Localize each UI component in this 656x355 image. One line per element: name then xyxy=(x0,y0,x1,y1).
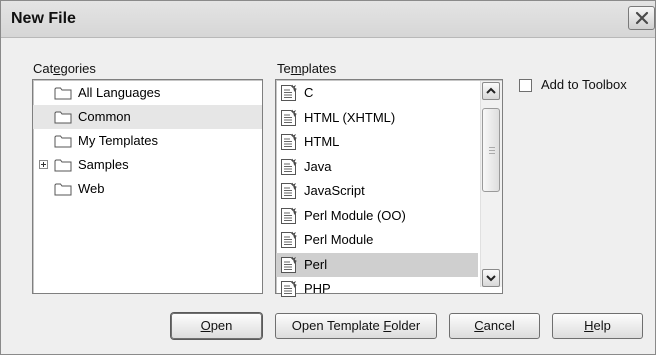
document-template-icon xyxy=(281,84,297,101)
document-template-icon xyxy=(281,109,297,126)
template-item-php[interactable]: PHP xyxy=(276,277,478,301)
category-item-my-templates[interactable]: My Templates xyxy=(33,129,262,153)
category-label: All Languages xyxy=(78,85,161,100)
folder-icon xyxy=(54,135,72,148)
template-label: C xyxy=(304,85,314,100)
document-template-icon xyxy=(281,256,297,273)
folder-icon xyxy=(54,87,72,100)
templates-label: Templates xyxy=(277,61,337,76)
scroll-down-button[interactable] xyxy=(482,269,500,287)
folder-icon xyxy=(54,183,72,196)
add-to-toolbox-checkbox[interactable] xyxy=(519,79,532,92)
category-label: Common xyxy=(78,109,131,124)
template-label: Java xyxy=(304,158,332,174)
scroll-up-button[interactable] xyxy=(482,82,500,100)
folder-icon xyxy=(54,111,72,124)
document-template-icon xyxy=(281,231,297,248)
template-label: Perl Module xyxy=(304,232,374,247)
document-template-icon xyxy=(281,133,297,150)
document-template-icon xyxy=(281,207,297,224)
template-item-html-xhtml[interactable]: HTML (XHTML) xyxy=(276,106,478,130)
category-label: Samples xyxy=(78,157,129,172)
category-item-samples[interactable]: Samples xyxy=(33,153,262,177)
category-label: My Templates xyxy=(78,133,158,148)
categories-label: Categories xyxy=(33,61,96,76)
templates-list[interactable]: C HTML (XHTML) HTML Java JavaScript Perl Modu… xyxy=(275,79,503,297)
template-label: HTML xyxy=(304,134,340,149)
new-file-dialog: New File Categories All Languages Common… xyxy=(0,0,656,355)
add-to-toolbox-label[interactable]: Add to Toolbox xyxy=(541,77,627,92)
open-button[interactable]: Open xyxy=(171,313,262,339)
close-icon xyxy=(635,11,649,25)
document-template-icon xyxy=(281,182,297,199)
categories-list[interactable]: All Languages Common My Templates Sample… xyxy=(32,79,263,294)
category-item-all-languages[interactable]: All Languages xyxy=(33,81,262,105)
template-item-c[interactable]: C xyxy=(276,81,478,105)
cancel-button[interactable]: Cancel xyxy=(449,313,540,339)
help-button[interactable]: Help xyxy=(552,313,643,339)
category-item-web[interactable]: Web xyxy=(33,177,262,201)
document-template-icon xyxy=(281,158,297,175)
template-label: JavaScript xyxy=(304,183,365,198)
chevron-down-icon xyxy=(486,275,496,282)
category-label: Web xyxy=(78,181,105,196)
template-item-perl[interactable]: Perl xyxy=(276,252,478,277)
scroll-thumb[interactable] xyxy=(482,108,500,192)
expand-icon[interactable] xyxy=(39,160,48,169)
chevron-up-icon xyxy=(486,87,496,94)
template-item-perl-module-oo[interactable]: Perl Module (OO) xyxy=(276,204,478,228)
template-item-java[interactable]: Java xyxy=(276,155,478,179)
document-template-icon xyxy=(281,280,297,297)
template-label: Perl Module (OO) xyxy=(304,207,406,223)
template-item-javascript[interactable]: JavaScript xyxy=(276,179,478,203)
templates-scrollbar[interactable] xyxy=(480,81,502,287)
title-bar: New File xyxy=(1,1,655,38)
window-title: New File xyxy=(11,10,76,27)
template-label: PHP xyxy=(304,281,331,296)
category-item-common[interactable]: Common xyxy=(33,105,262,129)
template-label: HTML (XHTML) xyxy=(304,109,396,125)
template-item-perl-module[interactable]: Perl Module xyxy=(276,228,478,252)
open-template-folder-button[interactable]: Open Template Folder xyxy=(275,313,437,339)
close-button[interactable] xyxy=(628,6,655,30)
folder-icon xyxy=(54,159,72,172)
template-label: Perl xyxy=(304,256,328,272)
template-item-html[interactable]: HTML xyxy=(276,130,478,154)
